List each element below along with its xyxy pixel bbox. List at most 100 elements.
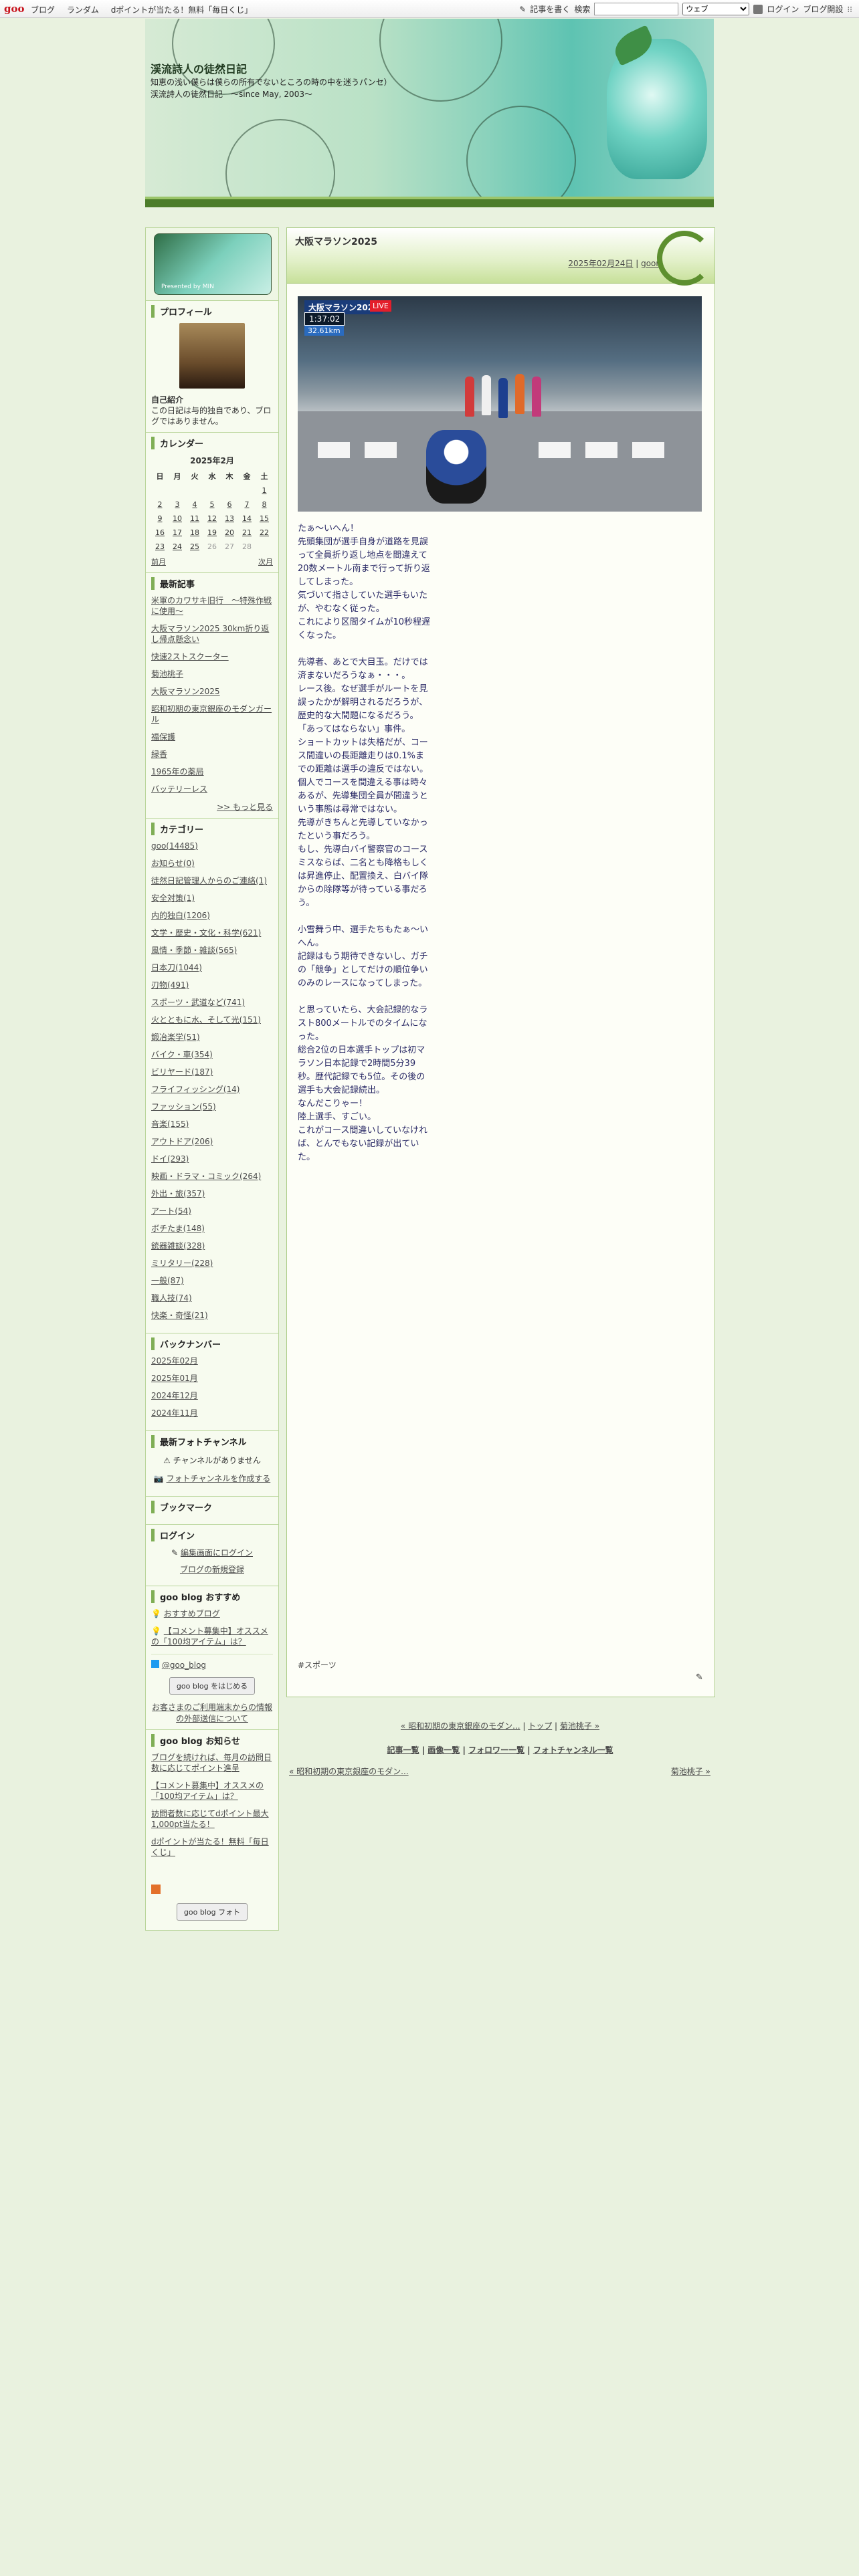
photochannel-list-link[interactable]: フォトチャンネル一覧	[533, 1745, 613, 1755]
calendar-day[interactable]: 4	[186, 498, 203, 512]
category-link[interactable]: 音楽(155)	[151, 1119, 189, 1129]
calendar-day[interactable]: 9	[151, 512, 169, 526]
category-link[interactable]: 風情・季節・雑談(565)	[151, 946, 237, 955]
recent-article-link[interactable]: 菊池桃子	[151, 669, 183, 679]
recent-article-link[interactable]: 大阪マラソン2025	[151, 687, 220, 696]
calendar-day[interactable]: 7	[238, 498, 256, 512]
calendar-day[interactable]: 26	[203, 540, 221, 554]
article-title[interactable]: 大阪マラソン2025	[295, 235, 377, 248]
category-link[interactable]: 安全対策(1)	[151, 893, 195, 903]
notice-link[interactable]: ブログを続ければ、毎月の訪問日数に応じてポイント進呈	[151, 1753, 272, 1773]
recommend-link[interactable]: 【コメント募集中】オススメの「100均アイテム」は？	[151, 1626, 268, 1646]
top-link[interactable]: トップ	[528, 1721, 552, 1731]
calendar-prev-link[interactable]: 前月	[151, 556, 166, 567]
calendar-day[interactable]: 17	[169, 526, 186, 540]
create-photochannel-link[interactable]: フォトチャンネルを作成する	[167, 1474, 271, 1483]
recent-article-link[interactable]: 米軍のカワサキ旧行 〜特殊作戦に使用〜	[151, 596, 272, 616]
calendar-day[interactable]: 16	[151, 526, 169, 540]
search-input[interactable]	[594, 3, 679, 15]
calendar-day[interactable]: 14	[238, 512, 256, 526]
calendar-next-link[interactable]: 次月	[258, 556, 273, 567]
category-link[interactable]: 内的独白(1206)	[151, 911, 210, 920]
calendar-day[interactable]: 6	[221, 498, 238, 512]
calendar-day[interactable]: 25	[186, 540, 203, 554]
calendar-day[interactable]: 24	[169, 540, 186, 554]
image-list-link[interactable]: 画像一覧	[427, 1745, 460, 1755]
recent-article-link[interactable]: 快速2ストスクーター	[151, 652, 229, 661]
nav-blog-link[interactable]: ブログ	[31, 5, 55, 15]
category-link[interactable]: 鍛冶楽学(51)	[151, 1033, 200, 1042]
category-link[interactable]: 文学・歴史・文化・科学(621)	[151, 928, 261, 938]
calendar-day[interactable]: 28	[238, 540, 256, 554]
category-link[interactable]: ドイ(293)	[151, 1154, 189, 1164]
category-link[interactable]: goo(14485)	[151, 841, 198, 851]
category-link[interactable]: ミリタリー(228)	[151, 1259, 213, 1268]
calendar-day[interactable]: 21	[238, 526, 256, 540]
open-blog-link[interactable]: ブログ開設	[803, 3, 843, 15]
category-link[interactable]: スポーツ・武道など(741)	[151, 998, 245, 1007]
edit-login-link[interactable]: 編集画面にログイン	[181, 1548, 253, 1558]
register-blog-link[interactable]: ブログの新規登録	[180, 1565, 244, 1574]
recent-article-link[interactable]: 昭和初期の東京銀座のモダンガール	[151, 704, 272, 724]
calendar-day[interactable]: 15	[256, 512, 273, 526]
calendar-day[interactable]: 1	[256, 484, 273, 498]
backnumber-link[interactable]: 2024年11月	[151, 1408, 198, 1418]
category-link[interactable]: 銃器雑談(328)	[151, 1241, 205, 1251]
calendar-day[interactable]: 19	[203, 526, 221, 540]
calendar-day[interactable]: 2	[151, 498, 169, 512]
calendar-day[interactable]: 22	[256, 526, 273, 540]
calendar-day[interactable]: 13	[221, 512, 238, 526]
backnumber-link[interactable]: 2025年02月	[151, 1356, 198, 1366]
category-link[interactable]: お知らせ(0)	[151, 859, 195, 868]
backnumber-link[interactable]: 2024年12月	[151, 1391, 198, 1400]
goo-blog-photo-logo[interactable]: goo blog フォト	[176, 1903, 248, 1921]
category-link[interactable]: 外出・旅(357)	[151, 1189, 205, 1198]
notice-link[interactable]: dポイントが当たる！無料「毎日くじ」	[151, 1837, 269, 1857]
calendar-day[interactable]: 5	[203, 498, 221, 512]
calendar-day[interactable]: 20	[221, 526, 238, 540]
category-link[interactable]: ビリヤード(187)	[151, 1067, 213, 1077]
category-link[interactable]: 一般(87)	[151, 1276, 184, 1285]
recent-more-link[interactable]: >> もっと見る	[217, 802, 273, 812]
notice-link[interactable]: 訪問者数に応じてdポイント最大1,000pt当たる！	[151, 1809, 269, 1829]
calendar-day[interactable]: 12	[203, 512, 221, 526]
recent-article-link[interactable]: バッテリーレス	[151, 784, 207, 794]
notice-link[interactable]: 【コメント募集中】オススメの「100均アイテム」は？	[151, 1781, 264, 1801]
backnumber-link[interactable]: 2025年01月	[151, 1374, 198, 1383]
recent-article-link[interactable]: 福保護	[151, 732, 175, 742]
article-list-link[interactable]: 記事一覧	[387, 1745, 419, 1755]
prev-article-link[interactable]: « 昭和初期の東京銀座のモダン...	[401, 1721, 520, 1731]
category-link[interactable]: ファッション(55)	[151, 1102, 216, 1111]
blog-title[interactable]: 渓流詩人の徒然日記	[151, 60, 247, 76]
article-tag[interactable]: #スポーツ	[298, 1659, 337, 1671]
recommend-link[interactable]: おすすめブログ	[164, 1609, 220, 1618]
article-date-link[interactable]: 2025年02月24日	[568, 259, 633, 268]
category-link[interactable]: フライフィッシング(14)	[151, 1085, 240, 1094]
write-article-link[interactable]: 記事を書く	[530, 3, 570, 15]
category-link[interactable]: 日本刀(1044)	[151, 963, 202, 972]
login-link[interactable]: ログイン	[767, 3, 799, 15]
calendar-day[interactable]: 8	[256, 498, 273, 512]
calendar-day[interactable]: 11	[186, 512, 203, 526]
follower-list-link[interactable]: フォロワー一覧	[468, 1745, 524, 1755]
twitter-link[interactable]: @goo_blog	[162, 1660, 206, 1670]
nav-lottery-link[interactable]: dポイントが当たる！無料「毎日くじ」	[111, 5, 253, 15]
next-article-link[interactable]: 菊池桃子 »	[560, 1721, 599, 1731]
rss-icon[interactable]	[151, 1885, 161, 1894]
calendar-day[interactable]: 3	[169, 498, 186, 512]
start-goo-blog-button[interactable]: goo blog をはじめる	[169, 1677, 256, 1695]
recent-article-link[interactable]: 大阪マラソン2025 30km折り返し帰点懸念い	[151, 624, 269, 644]
category-link[interactable]: 映画・ドラマ・コミック(264)	[151, 1172, 261, 1181]
recent-article-link[interactable]: 緑香	[151, 750, 167, 759]
badge-image[interactable]: Presented by MIN	[154, 233, 272, 295]
category-link[interactable]: 火とともに水、そして光(151)	[151, 1015, 261, 1025]
goo-logo[interactable]: goo	[4, 3, 25, 15]
category-link[interactable]: アウトドア(206)	[151, 1137, 213, 1146]
grid-menu-icon[interactable]: ⁝⁝	[847, 5, 852, 14]
category-link[interactable]: ボチたま(148)	[151, 1224, 205, 1233]
pencil-icon[interactable]: ✎	[696, 1673, 705, 1683]
calendar-day[interactable]: 23	[151, 540, 169, 554]
calendar-day[interactable]: 10	[169, 512, 186, 526]
category-link[interactable]: 職人技(74)	[151, 1293, 192, 1303]
external-data-note-link[interactable]: お客さまのご利用端末からの情報の外部送信について	[152, 1703, 272, 1723]
